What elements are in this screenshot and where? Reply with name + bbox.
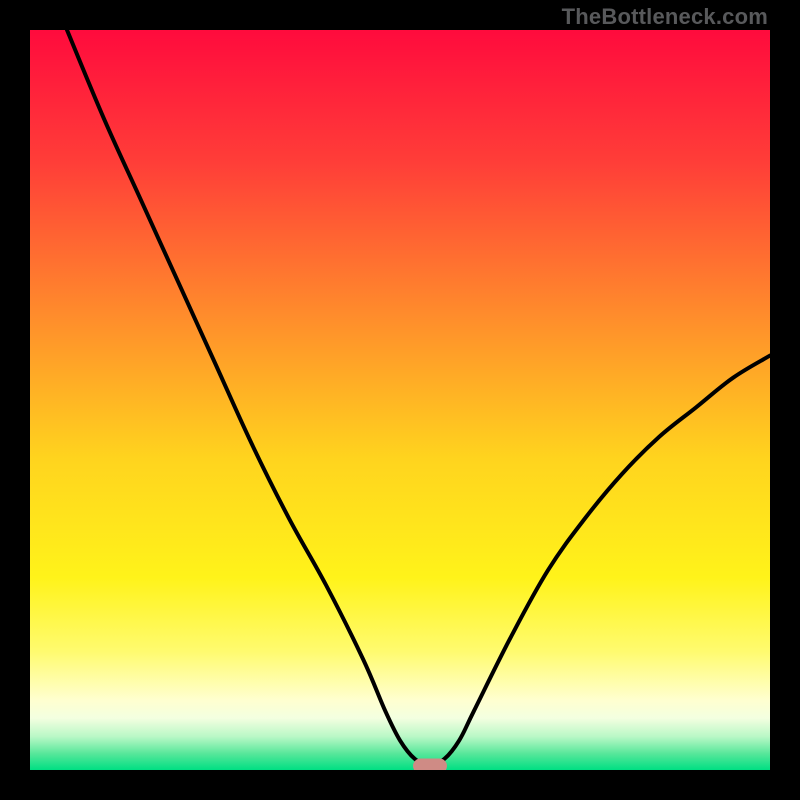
- bottleneck-curve: [30, 30, 770, 770]
- plot-area: [30, 30, 770, 770]
- bottleneck-minimum-marker: [413, 758, 447, 770]
- attribution-label: TheBottleneck.com: [562, 4, 768, 30]
- curve-path: [67, 30, 770, 766]
- chart-frame: TheBottleneck.com: [0, 0, 800, 800]
